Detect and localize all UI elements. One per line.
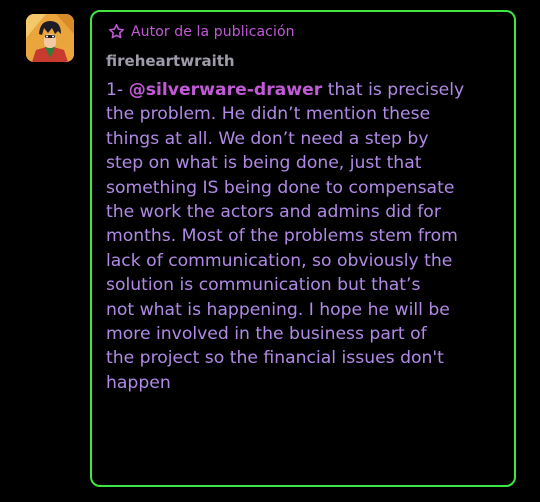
comment-line: months. Most of the problems stem from <box>106 226 458 247</box>
comment-line: step on what is being done, just that <box>106 153 422 174</box>
message-line-text: that is precisely <box>322 80 465 100</box>
author-badge: Autor de la publicación <box>108 23 295 40</box>
comment-line: the work the actors and admins did for <box>106 202 441 223</box>
comment-line: something IS being done to compensate <box>106 177 455 198</box>
star-outline-icon <box>108 23 125 40</box>
message-prefix: 1- <box>106 80 129 100</box>
comment-body: 1- @silverware-drawer that is precisely … <box>106 78 506 395</box>
user-avatar[interactable] <box>26 14 74 62</box>
comment-line: the problem. He didn’t mention these <box>106 104 431 125</box>
comment-card: Autor de la publicación fireheartwraith … <box>90 10 516 487</box>
comment-line: things at all. We don’t need a step by <box>106 128 429 149</box>
comment-line: happen <box>106 372 171 393</box>
comment-line: more involved in the business part of <box>106 324 427 345</box>
comment-line: 1- @silverware-drawer that is precisely <box>106 78 506 102</box>
comment-line: solution is communication but that’s <box>106 275 421 296</box>
comment-line: lack of communication, so obviously the <box>106 250 453 271</box>
mention-link[interactable]: @silverware-drawer <box>129 80 323 100</box>
comment-line: the project so the financial issues don'… <box>106 348 444 369</box>
comment-line: not what is happening. I hope he will be <box>106 299 450 320</box>
author-badge-label: Autor de la publicación <box>131 23 295 40</box>
username-link[interactable]: fireheartwraith <box>106 52 235 70</box>
